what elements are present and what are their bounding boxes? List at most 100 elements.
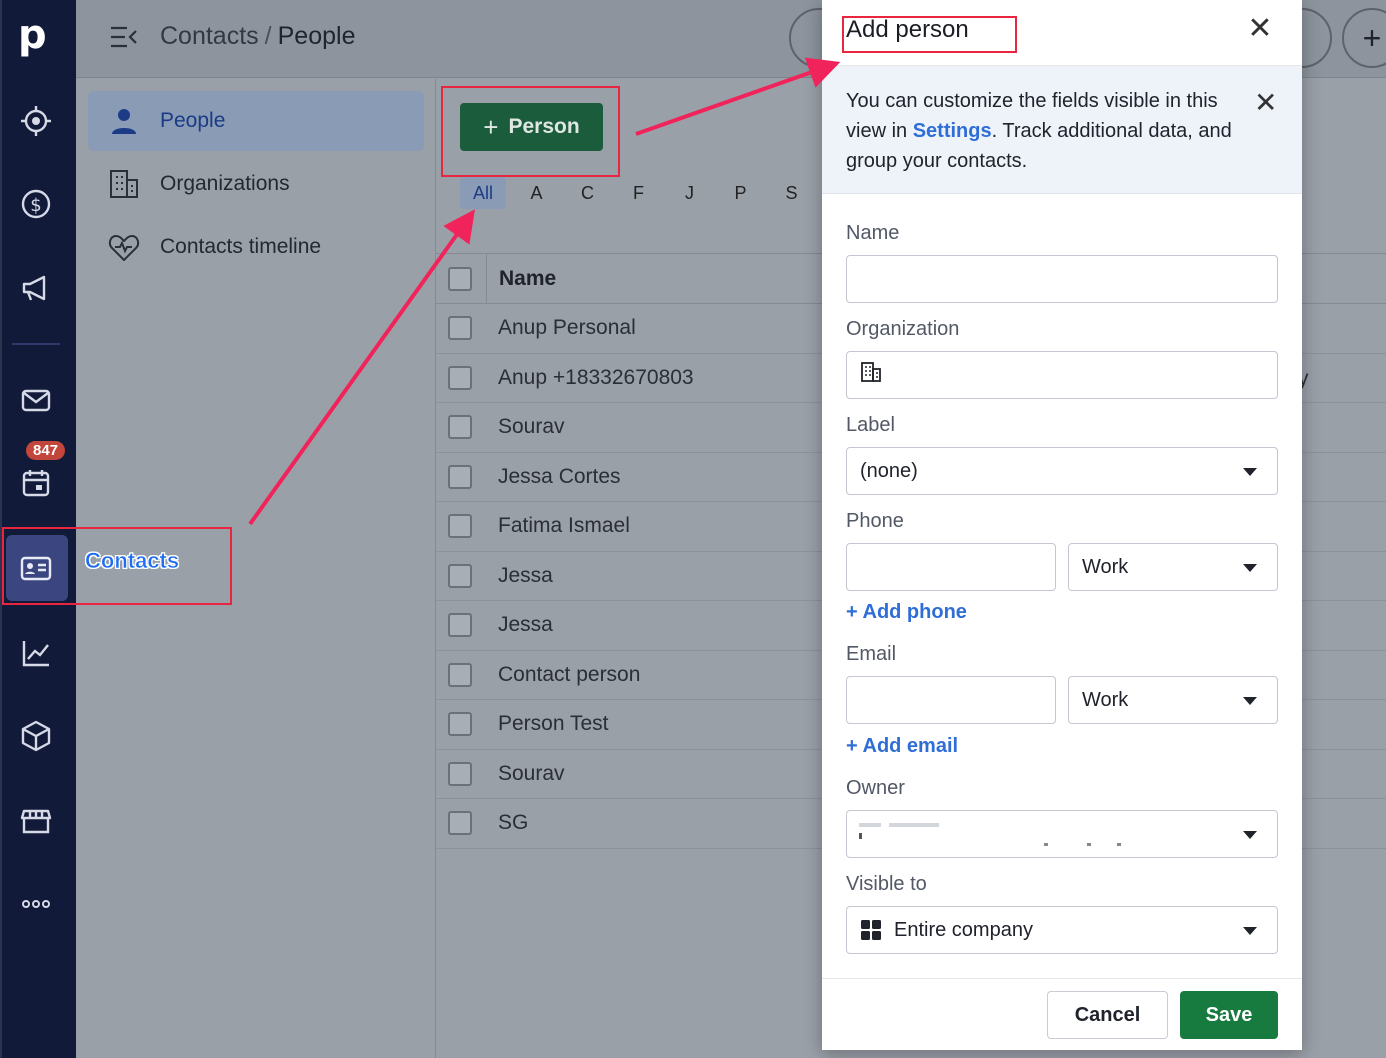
phone-label: Phone [846,510,904,532]
breadcrumb-people: People [277,22,356,50]
person-name[interactable]: Sourav [498,762,565,786]
row-checkbox[interactable] [448,761,472,786]
person-name[interactable]: SG [498,811,528,835]
visible-to-value: Entire company [894,918,1033,941]
letter-filter-j[interactable]: J [664,177,715,209]
chart-icon[interactable] [16,633,56,673]
sidebar-item-people[interactable]: People [88,91,424,151]
sidebar-item-label: People [160,109,226,132]
email-type-value: Work [1082,688,1129,711]
chevron-down-icon [1243,468,1257,476]
row-checkbox[interactable] [448,613,472,638]
email-input[interactable] [846,676,1056,724]
calendar-icon[interactable] [16,463,56,503]
breadcrumb-separator: / [264,22,272,50]
person-icon [88,107,160,135]
annotation-box-person-button [441,86,620,177]
email-type-select[interactable]: Work [1068,676,1278,724]
person-name[interactable]: Jessa [498,613,553,637]
column-divider [486,253,487,304]
visible-to-label: Visible to [846,873,927,895]
column-header-name[interactable]: Name [499,267,556,291]
annotation-box-add-person-title [842,16,1017,53]
mail-icon[interactable] [16,380,56,420]
name-label: Name [846,222,900,244]
letter-filter-a[interactable]: A [511,177,562,209]
info-text: You can customize the fields visible in … [846,86,1236,176]
app-logo[interactable]: p [18,12,47,58]
owner-label: Owner [846,777,905,799]
sidebar-item-label: Contacts timeline [160,235,322,258]
alphabet-filter: All A C F J P S [460,177,817,209]
notification-badge: 847 [26,441,66,460]
grid-icon [860,919,882,941]
phone-input[interactable] [846,543,1056,591]
breadcrumb-contacts[interactable]: Contacts [160,22,259,50]
row-checkbox[interactable] [448,316,472,341]
row-checkbox[interactable] [448,514,472,539]
rail-divider [12,343,60,345]
dialog-footer: Cancel Save [822,978,1302,1050]
name-input[interactable] [846,255,1278,303]
close-icon[interactable]: ✕ [1246,14,1274,44]
breadcrumb: Contacts / People [160,22,355,51]
box-icon[interactable] [16,716,56,756]
row-checkbox[interactable] [448,811,472,836]
customize-info-banner: You can customize the fields visible in … [822,66,1302,194]
add-email-link[interactable]: + Add email [846,735,958,758]
settings-link[interactable]: Settings [913,120,992,142]
add-person-dialog: Add person ✕ You can customize the field… [822,0,1302,1050]
row-checkbox[interactable] [448,415,472,440]
sidebar-item-contacts-timeline[interactable]: Contacts timeline [88,217,424,277]
owner-select[interactable] [846,810,1278,858]
email-label: Email [846,643,897,665]
phone-type-value: Work [1082,555,1129,578]
sidebar-item-label: Organizations [160,172,290,195]
add-phone-link[interactable]: + Add phone [846,601,967,624]
dollar-icon[interactable]: $ [16,184,56,224]
label-select-value: (none) [860,459,918,482]
person-name[interactable]: Fatima Ismael [498,514,630,538]
select-all-checkbox[interactable] [448,266,472,291]
label-field-label: Label [846,414,895,436]
person-name[interactable]: Contact person [498,663,640,687]
letter-filter-s[interactable]: S [766,177,817,209]
svg-text:$: $ [30,195,41,216]
label-select[interactable]: (none) [846,447,1278,495]
chevron-down-icon [1243,831,1257,839]
row-checkbox[interactable] [448,365,472,390]
person-name[interactable]: Anup +18332670803 [498,366,694,390]
person-name[interactable]: Person Test [498,712,609,736]
chevron-down-icon [1243,927,1257,935]
row-checkbox[interactable] [448,563,472,588]
person-name[interactable]: Jessa Cortes [498,465,621,489]
building-icon [860,361,882,389]
collapse-menu-icon[interactable] [109,24,139,55]
phone-type-select[interactable]: Work [1068,543,1278,591]
store-icon[interactable] [16,800,56,840]
more-icon[interactable] [16,884,56,924]
row-checkbox[interactable] [448,662,472,687]
person-name[interactable]: Anup Personal [498,316,636,340]
redacted-owner-value [859,821,1149,849]
row-checkbox[interactable] [448,464,472,489]
deals-target-icon[interactable] [16,101,56,141]
person-name[interactable]: Sourav [498,415,565,439]
heart-pulse-icon [88,232,160,262]
dismiss-banner-icon[interactable]: ✕ [1254,86,1277,119]
save-button[interactable]: Save [1180,991,1278,1039]
letter-filter-p[interactable]: P [715,177,766,209]
person-name[interactable]: Jessa [498,564,553,588]
letter-filter-all[interactable]: All [460,177,506,209]
megaphone-icon[interactable] [16,268,56,308]
sidebar-item-organizations[interactable]: Organizations [88,154,424,214]
letter-filter-c[interactable]: C [562,177,613,209]
row-checkbox[interactable] [448,712,472,737]
building-icon [88,168,160,200]
chevron-down-icon [1243,564,1257,572]
visible-to-select[interactable]: Entire company [846,906,1278,954]
organization-input[interactable] [846,351,1278,399]
cancel-button[interactable]: Cancel [1047,991,1168,1039]
letter-filter-f[interactable]: F [613,177,664,209]
quick-add-button[interactable]: + [1342,8,1386,68]
